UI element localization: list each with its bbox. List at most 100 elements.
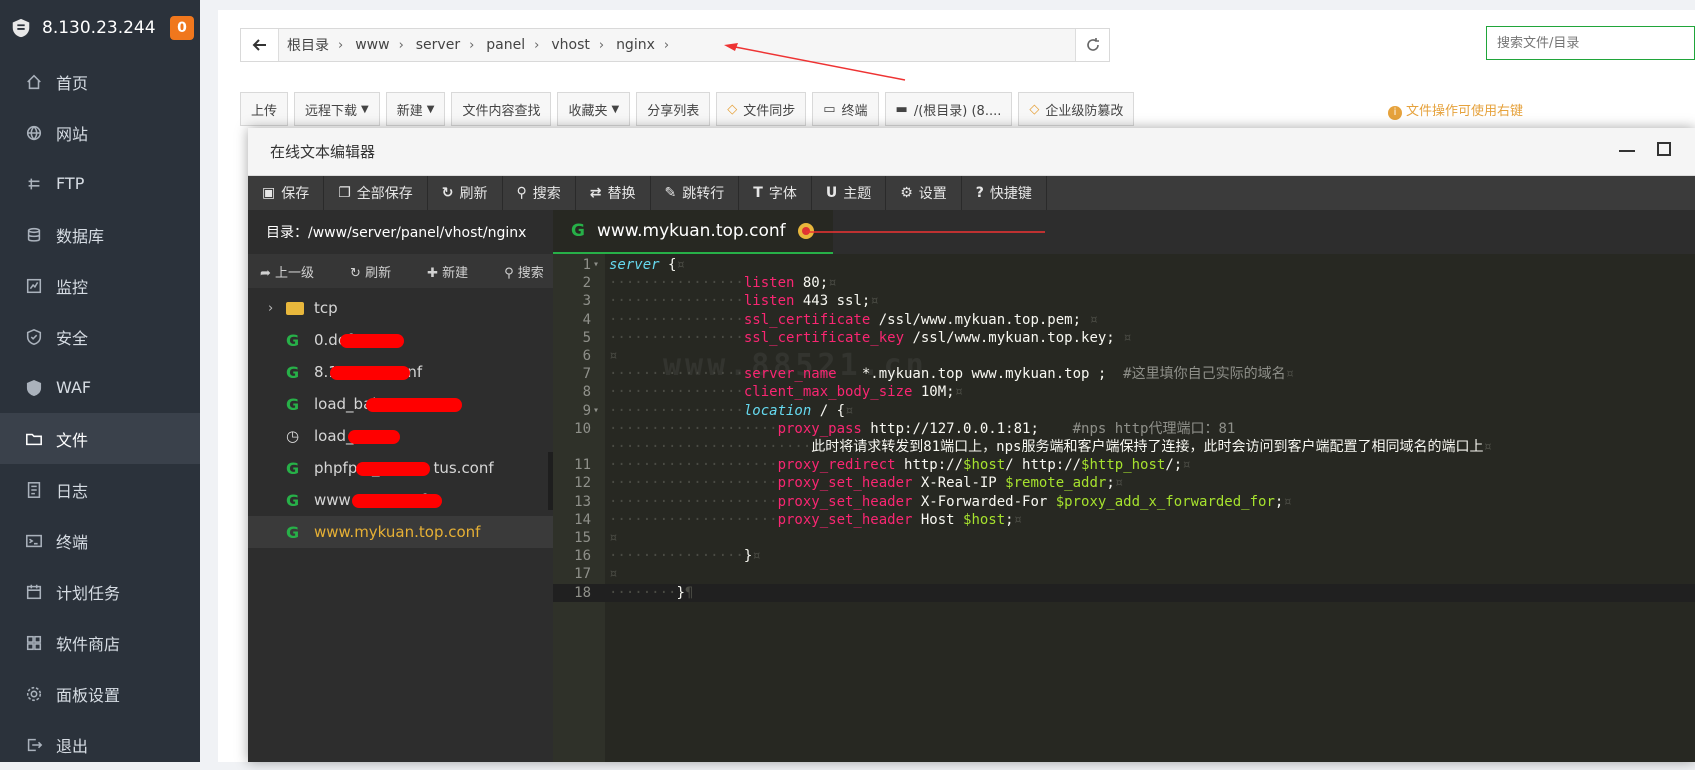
search-button[interactable]: ⚲ 搜索 [503, 176, 576, 210]
code-text: ····················proxy_set_header X-R… [609, 475, 1124, 492]
sidebar-item-monitor[interactable]: 监控 [0, 260, 200, 311]
upload-button[interactable]: 上传 [240, 92, 289, 126]
editor-title: 在线文本编辑器 [270, 143, 376, 161]
sidebar-item-folder[interactable]: 文件 [0, 413, 200, 464]
nginx-file-icon: G [286, 458, 300, 478]
font-button[interactable]: T 字体 [739, 176, 812, 210]
disk-label: /(根目录) (8.... [913, 103, 1002, 119]
unsaved-indicator-icon[interactable] [797, 223, 814, 239]
back-button[interactable] [241, 29, 279, 61]
terminal-button[interactable]: ▭ 终端 [812, 92, 879, 126]
sidebar-item-log[interactable]: 日志 [0, 464, 200, 515]
sidebar-item-logout[interactable]: 退出 [0, 719, 200, 770]
sidebar-item-home[interactable]: 首页 [0, 56, 200, 107]
line-number: 4 [582, 311, 591, 328]
file-icon-slot: G [286, 395, 314, 414]
code-line: 13 ····················proxy_set_header X… [553, 493, 1695, 511]
sidebar-item-grid[interactable]: 软件商店 [0, 617, 200, 668]
monitor-icon [24, 276, 44, 296]
current-directory: 目录：/www/server/panel/vhost/nginx [266, 225, 527, 241]
file-sync-label: 文件同步 [743, 103, 796, 119]
chevron-right-icon: › [534, 37, 540, 53]
gear-icon [24, 684, 44, 704]
breadcrumb-segment[interactable]: panel [486, 37, 525, 53]
save-button[interactable]: ▣ 保存 [248, 176, 325, 210]
breadcrumb-segment[interactable]: server [416, 37, 460, 53]
settings-label: 设置 [918, 186, 947, 202]
sidebar-item-ftp[interactable]: FTP [0, 158, 200, 209]
terminal-icon [24, 531, 44, 551]
code-line: 10 ····················proxy_pass http://… [553, 420, 1695, 438]
code-line: 18 ········}¶ [553, 583, 1695, 602]
theme-button[interactable]: U 主题 [812, 176, 887, 210]
sidebar-item-calendar[interactable]: 计划任务 [0, 566, 200, 617]
disk-button[interactable]: ▬ /(根目录) (8.... [884, 92, 1013, 126]
sidebar-item-shield[interactable]: 安全 [0, 311, 200, 362]
tree-file[interactable]: G 0.def [248, 324, 553, 356]
tab-active-file[interactable]: G www.mykuan.top.conf [553, 210, 833, 254]
code-line: 11 ····················proxy_redirect htt… [553, 456, 1695, 474]
tree-refresh-button[interactable]: ↻ 刷新 [350, 262, 409, 281]
chevron-down-icon: ▼ [426, 103, 435, 115]
breadcrumb-segment[interactable]: www [355, 37, 389, 53]
share-list-button[interactable]: 分享列表 [636, 92, 711, 126]
save-all-button[interactable]: ❐ 全部保存 [324, 176, 428, 210]
code-line: 12 ····················proxy_set_header X… [553, 474, 1695, 492]
tree-file[interactable]: ◷ load_t [248, 420, 553, 452]
tree-file[interactable]: Gwww.mykuan.top.conf [248, 516, 553, 548]
tamper-proof-button[interactable]: ◇ 企业级防篡改 [1018, 92, 1135, 126]
breadcrumb-segment[interactable]: vhost [551, 37, 590, 53]
file-name: www.mykuan.top.conf [314, 523, 481, 541]
refresh-button[interactable]: ↻ 刷新 [428, 176, 503, 210]
favorites-button[interactable]: 收藏夹 ▼ [557, 92, 631, 126]
tree-folder[interactable]: › tcp [248, 292, 553, 324]
tree-file[interactable]: G8.13nf [248, 356, 553, 388]
code-line: 2 ················listen 80;¤ [553, 274, 1695, 292]
redaction-mark [356, 462, 430, 476]
maximize-icon[interactable] [1657, 142, 1671, 156]
sidebar-item-label: 软件商店 [56, 634, 121, 654]
notification-badge[interactable]: 0 [170, 16, 194, 40]
code-text: ················}¤ [609, 548, 761, 565]
tree-new-button[interactable]: ✚ 新建 [427, 262, 486, 281]
line-number: 1 [582, 257, 591, 273]
sidebar-item-gear[interactable]: 面板设置 [0, 668, 200, 719]
chevron-down-icon: ▼ [611, 103, 620, 115]
tree-file[interactable]: Gphpfpm_ tus.conf [248, 452, 553, 484]
sidebar-item-waf[interactable]: WAF [0, 362, 200, 413]
tree-file[interactable]: Gload_bala [248, 388, 553, 420]
line-number: 8 [582, 384, 591, 401]
code-text: ················ssl_certificate /ssl/www… [609, 311, 1098, 328]
fold-arrow-icon[interactable]: ▾ [593, 256, 599, 274]
grid-icon [24, 633, 44, 653]
settings-button[interactable]: ⚙ 设置 [886, 176, 962, 210]
sidebar-item-database[interactable]: 数据库 [0, 209, 200, 260]
chevron-right-icon: › [398, 37, 404, 53]
goto-line-button[interactable]: ✎ 跳转行 [651, 176, 740, 210]
fold-arrow-icon[interactable]: ▾ [593, 402, 599, 420]
log-icon [24, 480, 44, 500]
remote-download-button[interactable]: 远程下载 ▼ [294, 92, 380, 126]
breadcrumb-segment[interactable]: 根目录 [287, 35, 329, 55]
logout-icon [24, 735, 44, 755]
content-search-button[interactable]: 文件内容查找 [451, 92, 552, 126]
file-search-input[interactable] [1486, 26, 1695, 60]
line-number: 10 [574, 420, 591, 437]
sidebar-item-terminal[interactable]: 终端 [0, 515, 200, 566]
breadcrumb-segment[interactable]: nginx [616, 37, 655, 53]
chevron-right-icon: › [663, 37, 670, 53]
code-line: 17 ¤ [553, 565, 1695, 583]
context-menu-hint: i 文件操作可使用右键 [1388, 100, 1523, 120]
sidebar-item-globe[interactable]: 网站 [0, 107, 200, 158]
go-up-button[interactable]: ➦ 上一级 [260, 262, 332, 281]
file-sync-button[interactable]: ◇ 文件同步 [716, 92, 807, 126]
shortcuts-button[interactable]: ? 快捷键 [962, 176, 1047, 210]
replace-button[interactable]: ⇄ 替换 [576, 176, 651, 210]
refresh-path-button[interactable] [1075, 29, 1109, 61]
tree-file[interactable]: Gwwwf [248, 484, 553, 516]
sidebar-item-label: 首页 [56, 73, 89, 93]
new-button[interactable]: 新建 ▼ [385, 92, 446, 126]
folder-icon [24, 429, 44, 449]
minimize-icon[interactable] [1619, 150, 1635, 152]
code-content[interactable]: www.88521.cn 1 ▾ server {¤ 2 ···············… [553, 254, 1695, 762]
